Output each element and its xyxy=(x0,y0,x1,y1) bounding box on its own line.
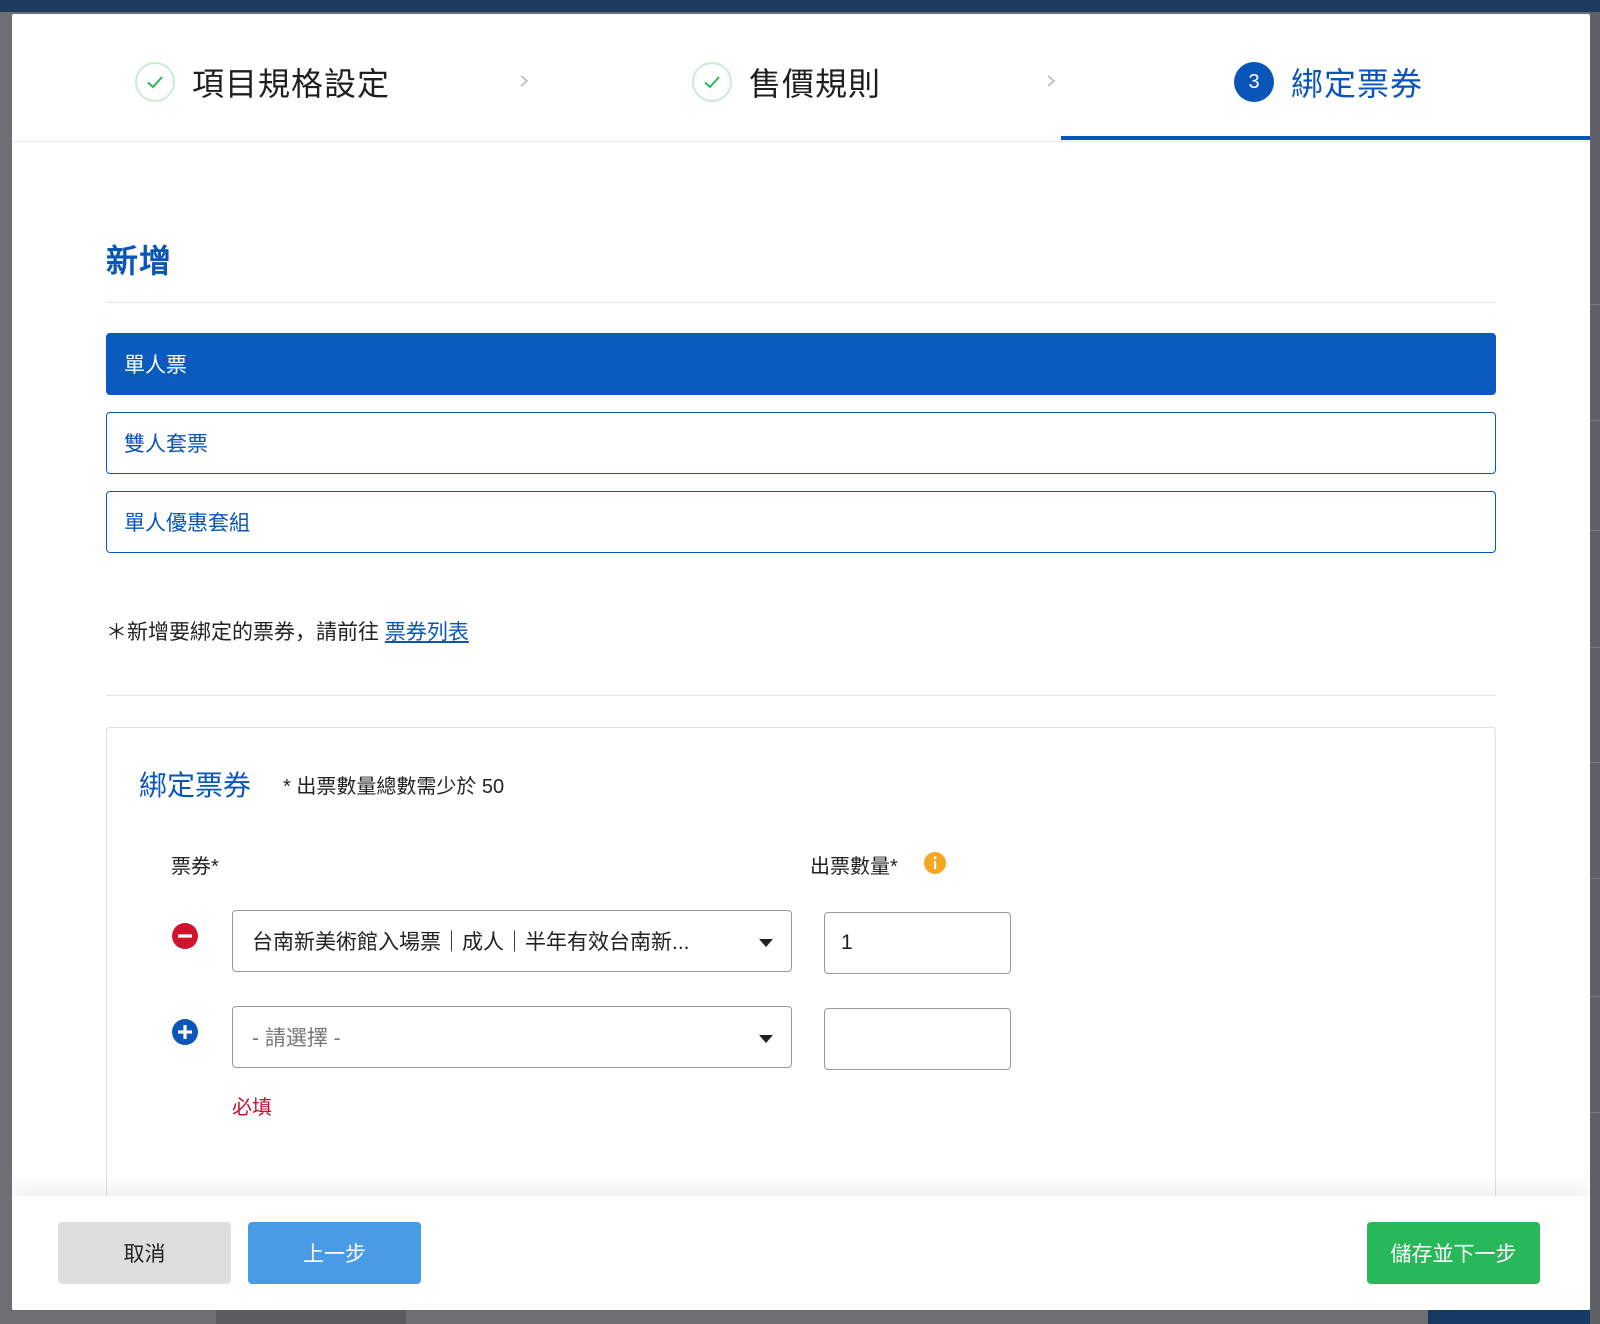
ticket-select-value: 台南新美術館入場票｜成人｜半年有效台南新... xyxy=(252,931,690,954)
active-step-indicator xyxy=(1061,136,1590,140)
quantity-value: 1 xyxy=(841,931,853,954)
note-text: ＊新增要綁定的票券，請前往 票券列表 xyxy=(106,616,469,646)
background-topbar xyxy=(0,0,1600,12)
stepper: 項目規格設定 售價規則 3 綁定票券 xyxy=(12,14,1590,142)
chevron-right-icon xyxy=(520,75,529,87)
option-label: 雙人套票 xyxy=(124,433,208,456)
option-single-discount[interactable]: 單人優惠套組 xyxy=(106,491,1496,553)
ticket-binding-modal: 項目規格設定 售價規則 3 綁定票券 新增 單人票 雙人套票 單人優惠套組 ＊新 xyxy=(12,14,1590,1310)
remove-icon[interactable] xyxy=(171,922,199,950)
option-double-ticket[interactable]: 雙人套票 xyxy=(106,412,1496,474)
chevron-right-icon xyxy=(1047,75,1056,87)
cancel-button[interactable]: 取消 xyxy=(58,1222,231,1284)
save-next-button[interactable]: 儲存並下一步 xyxy=(1367,1222,1540,1284)
note-prefix: ＊新增要綁定的票券，請前往 xyxy=(106,621,385,644)
info-icon[interactable] xyxy=(924,852,946,874)
background-button xyxy=(216,1310,406,1324)
background-panel xyxy=(1590,12,1600,1324)
add-icon[interactable] xyxy=(171,1018,199,1046)
caret-down-icon xyxy=(759,939,773,947)
check-icon xyxy=(692,62,732,102)
check-icon xyxy=(135,62,175,102)
ticket-list-link[interactable]: 票券列表 xyxy=(385,621,469,644)
modal-footer: 取消 上一步 儲存並下一步 xyxy=(12,1196,1590,1310)
page-title: 新增 xyxy=(106,243,173,279)
ticket-select-placeholder: - 請選擇 - xyxy=(252,1027,341,1050)
option-label: 單人票 xyxy=(124,354,187,377)
option-label: 單人優惠套組 xyxy=(124,512,250,535)
step-label: 項目規格設定 xyxy=(192,66,391,102)
background-button xyxy=(1428,1310,1590,1324)
quantity-input[interactable] xyxy=(824,1008,1011,1070)
step-label: 綁定票券 xyxy=(1291,66,1424,102)
quantity-input[interactable]: 1 xyxy=(824,912,1011,974)
ticket-select[interactable]: - 請選擇 - xyxy=(232,1006,792,1068)
ticket-select[interactable]: 台南新美術館入場票｜成人｜半年有效台南新... xyxy=(232,910,792,972)
divider xyxy=(106,695,1496,696)
quantity-column-label: 出票數量* xyxy=(810,856,898,878)
step-item-spec[interactable]: 項目規格設定 xyxy=(135,60,390,104)
option-single-ticket[interactable]: 單人票 xyxy=(106,333,1496,395)
divider xyxy=(106,302,1496,303)
caret-down-icon xyxy=(759,1035,773,1043)
binding-hint: * 出票數量總數需少於 50 xyxy=(283,776,505,798)
step-label: 售價規則 xyxy=(749,66,882,102)
previous-step-button[interactable]: 上一步 xyxy=(248,1222,421,1284)
binding-title: 綁定票券 xyxy=(139,770,252,801)
binding-card: 綁定票券 * 出票數量總數需少於 50 票券* 出票數量* 台南新美術館入場票｜… xyxy=(106,727,1496,1207)
step-item-bind[interactable]: 3 綁定票券 xyxy=(1234,60,1423,104)
step-item-price[interactable]: 售價規則 xyxy=(692,60,881,104)
required-error: 必填 xyxy=(232,1097,272,1119)
ticket-column-label: 票券* xyxy=(171,856,219,878)
step-number: 3 xyxy=(1234,62,1274,102)
